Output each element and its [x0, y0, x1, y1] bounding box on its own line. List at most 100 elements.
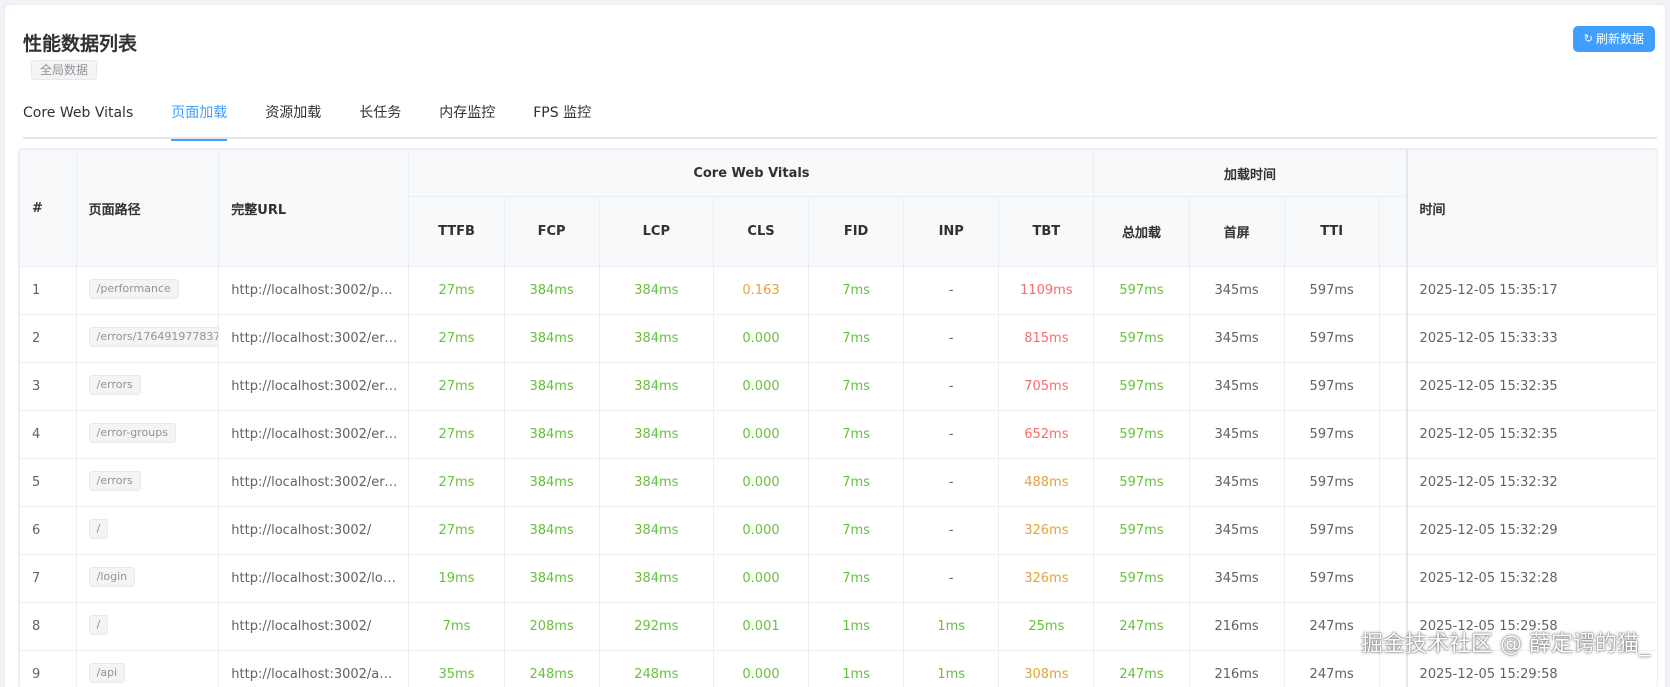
- cell-total-value: 247ms: [1119, 619, 1164, 634]
- table-row[interactable]: 1/performance http://localhost:3002/perf.…: [19, 266, 1657, 315]
- cell-inp: 1ms: [903, 650, 1000, 687]
- cell-tti-value: 247ms: [1309, 667, 1354, 682]
- cell-total: 597ms: [1093, 314, 1190, 363]
- cell-url: http://localhost:3002/perf...: [218, 266, 410, 315]
- cell-index: 6: [19, 506, 77, 555]
- cell-first-screen: 345ms: [1188, 458, 1285, 507]
- cell-inp: -: [903, 554, 1000, 603]
- path-tag: /performance: [88, 278, 179, 299]
- cell-inp-value: -: [948, 571, 954, 586]
- cell-fid-value: 1ms: [842, 619, 870, 634]
- path-tag: /api: [88, 662, 126, 683]
- cell-inp-value: -: [948, 283, 954, 298]
- cell-fid: 7ms: [808, 410, 905, 459]
- refresh-button-label: 刷新数据: [1595, 32, 1644, 46]
- tab-memory[interactable]: 内存监控: [439, 99, 495, 139]
- cell-tbt: 488ms: [998, 458, 1095, 507]
- cell-tti: 597ms: [1283, 362, 1380, 411]
- column-header-url: 完整URL: [218, 149, 410, 267]
- cell-fcp-value: 384ms: [529, 379, 574, 394]
- cell-fid: 7ms: [808, 314, 905, 363]
- cell-ttfb: 19ms: [408, 554, 505, 603]
- cell-time: 2025-12-05 15:32:32: [1405, 458, 1657, 507]
- cell-time-value: 2025-12-05 15:33:33: [1419, 331, 1558, 346]
- cell-time: 2025-12-05 15:33:33: [1405, 314, 1657, 363]
- cell-path: /errors/1764919778373-: [75, 314, 220, 363]
- cell-total: 597ms: [1093, 266, 1190, 315]
- cell-extra: [1378, 602, 1408, 651]
- cell-tti: 247ms: [1283, 602, 1380, 651]
- tab-resource-load[interactable]: 资源加载: [265, 99, 321, 139]
- cell-time-value: 2025-12-05 15:29:58: [1419, 619, 1558, 634]
- cell-ttfb-value: 27ms: [438, 283, 475, 298]
- cell-ttfb-value: 7ms: [442, 619, 471, 634]
- cell-first-screen-value: 345ms: [1214, 523, 1259, 538]
- cell-total-value: 597ms: [1119, 331, 1164, 346]
- cell-extra: [1378, 458, 1408, 507]
- cell-lcp-value: 384ms: [634, 379, 679, 394]
- cell-url-value: http://localhost:3002/logi...: [231, 571, 408, 586]
- cell-time: 2025-12-05 15:32:29: [1405, 506, 1657, 555]
- tab-fps[interactable]: FPS 监控: [533, 99, 591, 139]
- performance-table: # 页面路径 完整URL Core Web Vitals 加载时间 时间 TTF…: [18, 148, 1658, 687]
- cell-lcp: 384ms: [598, 506, 714, 555]
- cell-url-value: http://localhost:3002/errors: [231, 379, 409, 394]
- cell-tti: 247ms: [1283, 650, 1380, 687]
- cell-index: 4: [19, 410, 77, 459]
- cell-url-value: http://localhost:3002/erro...: [231, 331, 409, 346]
- table-row[interactable]: 2/errors/1764919778373- http://localhost:…: [19, 314, 1657, 363]
- cell-index: 8: [19, 602, 77, 651]
- cell-cls: 0.001: [712, 602, 810, 651]
- cell-fcp-value: 384ms: [529, 283, 574, 298]
- cell-extra: [1378, 650, 1408, 687]
- cell-inp: -: [903, 458, 1000, 507]
- cell-extra: [1378, 314, 1408, 363]
- cell-ttfb-value: 27ms: [438, 475, 475, 490]
- cell-first-screen-value: 345ms: [1214, 427, 1259, 442]
- cell-url-value: http://localhost:3002/errors: [231, 475, 409, 490]
- table-row[interactable]: 3/errors http://localhost:3002/errors 27ms…: [19, 362, 1657, 411]
- cell-tti: 597ms: [1283, 458, 1380, 507]
- cell-index-value: 4: [32, 427, 41, 442]
- cell-cls: 0.000: [712, 362, 810, 411]
- cell-time-value: 2025-12-05 15:32:35: [1419, 427, 1558, 442]
- tab-long-task[interactable]: 长任务: [359, 99, 401, 139]
- column-header-cls: CLS: [712, 196, 810, 267]
- cell-lcp-value: 384ms: [634, 331, 679, 346]
- cell-cls: 0.000: [712, 458, 810, 507]
- cell-url: http://localhost:3002/errors: [218, 362, 410, 411]
- table-row[interactable]: 5/errors http://localhost:3002/errors 27ms…: [19, 458, 1657, 507]
- table-row[interactable]: 6 / http://localhost:3002/27ms 384ms 384ms 0.…: [19, 506, 1657, 555]
- cell-inp-value: -: [948, 331, 954, 346]
- cell-time-value: 2025-12-05 15:32:35: [1419, 379, 1558, 394]
- cell-first-screen-value: 345ms: [1214, 379, 1259, 394]
- tab-core-web-vitals[interactable]: Core Web Vitals: [23, 99, 133, 139]
- cell-cls-value: 0.163: [742, 283, 780, 298]
- cell-path: /error-groups: [75, 410, 220, 459]
- cell-path: /errors: [75, 362, 220, 411]
- cell-total: 597ms: [1093, 458, 1190, 507]
- cell-fid-value: 7ms: [842, 283, 870, 298]
- tab-page-load[interactable]: 页面加载: [171, 99, 228, 141]
- cell-cls: 0.163: [712, 266, 810, 315]
- cell-index: 3: [19, 362, 77, 411]
- cell-path: /login: [75, 554, 220, 603]
- refresh-button[interactable]: ↻ 刷新数据: [1572, 26, 1655, 52]
- cell-lcp-value: 248ms: [634, 667, 679, 682]
- table-row[interactable]: 7/login http://localhost:3002/logi... 19ms…: [19, 554, 1657, 603]
- cell-ttfb-value: 19ms: [438, 571, 475, 586]
- cell-tbt: 1109ms: [998, 266, 1095, 315]
- cell-inp-value: -: [948, 475, 954, 490]
- cell-total: 597ms: [1093, 506, 1190, 555]
- path-tag: /errors: [88, 470, 141, 491]
- cell-url: http://localhost:3002/errors: [218, 458, 410, 507]
- cell-tbt: 652ms: [998, 410, 1095, 459]
- table-row[interactable]: 9/api http://localhost:3002/api... 35ms 248…: [19, 650, 1657, 687]
- cell-cls-value: 0.000: [742, 571, 780, 586]
- column-header-time: 时间: [1405, 149, 1657, 267]
- tab-bar: Core Web Vitals 页面加载 资源加载 长任务 内存监控 FPS 监…: [23, 99, 1657, 141]
- cell-tti-value: 597ms: [1309, 523, 1354, 538]
- cell-url: http://localhost:3002/erro...: [218, 410, 410, 459]
- table-row[interactable]: 8 / http://localhost:3002/7ms 208ms 292ms 0.0…: [19, 602, 1657, 651]
- table-row[interactable]: 4/error-groups http://localhost:3002/erro…: [19, 410, 1657, 459]
